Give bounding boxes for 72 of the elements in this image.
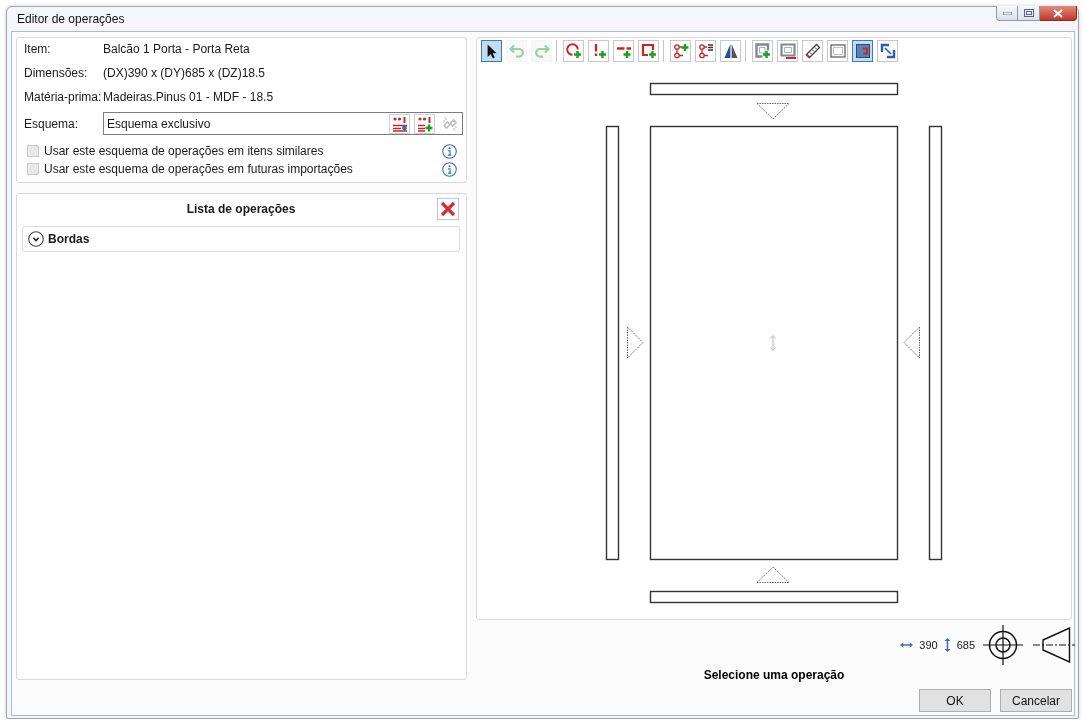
field-value: Balcão 1 Porta - Porta Reta (103, 42, 250, 56)
node-tree-plus-icon (672, 43, 689, 59)
panel-title: Lista de operações (186, 202, 296, 216)
vertical-arrow-icon (770, 335, 776, 351)
pointer-icon (486, 43, 497, 59)
field-value: (DX)390 x (DY)685 x (DZ)18.5 (103, 66, 266, 80)
window-title: Editor de operações (17, 12, 126, 26)
x-mark-icon (440, 201, 456, 217)
field-label: Matéria-prima: (24, 90, 103, 104)
crosshair-circle-icon (983, 625, 1023, 665)
cancel-button[interactable]: Cancelar (1000, 689, 1072, 712)
add-horizontal-line-button[interactable] (613, 40, 634, 62)
restore-icon (1023, 9, 1034, 17)
minimize-icon (1002, 11, 1012, 15)
right-triangle-marker (627, 326, 644, 359)
frame-underline-icon (779, 43, 796, 59)
broken-link-icon (441, 115, 458, 132)
checkbox-label: Usar este esquema de operações em itens similares (44, 144, 325, 158)
field-label: Esquema: (24, 116, 80, 131)
add-rectangle-button[interactable] (638, 40, 659, 62)
dots-lines-icon (391, 115, 408, 132)
width-value: 390 (919, 639, 938, 651)
minimize-button[interactable] (996, 6, 1018, 21)
height-value: 685 (956, 639, 975, 651)
checkbox[interactable] (27, 145, 39, 157)
field-label: Item: (24, 42, 52, 56)
status-message: Selecione uma operação (702, 667, 846, 684)
add-circle-button[interactable] (563, 40, 584, 62)
corner-arrow-button[interactable] (877, 40, 898, 62)
checkbox[interactable] (27, 163, 39, 175)
checkbox-label: Usar este esquema de operações em futuras importações (44, 162, 354, 176)
add-node-button[interactable] (670, 40, 691, 62)
ok-button[interactable]: OK (919, 689, 991, 712)
close-button[interactable] (1040, 6, 1077, 21)
restore-button[interactable] (1018, 6, 1040, 21)
undo-arrow-icon (508, 43, 525, 59)
group-label: Bordas (48, 232, 90, 246)
select-tool-button[interactable] (481, 40, 502, 62)
field-value: Madeiras.Pinus 01 - MDF - 18.5 (103, 90, 274, 104)
mirror-button[interactable] (720, 40, 741, 62)
horizontal-arrow-icon (900, 641, 914, 649)
trapezoid-icon (1033, 627, 1075, 663)
close-icon (1053, 8, 1063, 18)
remove-frame-button[interactable] (777, 40, 798, 62)
up-triangle-marker (756, 566, 790, 583)
measure-button[interactable] (802, 40, 823, 62)
info-icon[interactable] (442, 143, 457, 159)
scheme-list-button[interactable] (389, 113, 410, 134)
vertical-arrow-icon (943, 637, 951, 653)
ruler-icon (804, 43, 821, 59)
delete-button[interactable] (437, 198, 459, 220)
scheme-field[interactable]: Esquema exclusivo (103, 112, 463, 135)
redo-arrow-icon (533, 43, 550, 59)
mirror-triangles-icon (722, 43, 739, 59)
scheme-add-button[interactable] (414, 113, 435, 134)
field-label: Dimensões: (24, 66, 89, 80)
filled-square-tab-icon (854, 43, 871, 59)
add-vertical-line-button[interactable] (588, 40, 609, 62)
corner-brackets-icon (879, 43, 896, 59)
square-plus-icon (640, 43, 657, 59)
left-triangle-marker (903, 326, 920, 359)
info-icon[interactable] (442, 161, 457, 177)
node-tree-list-icon (697, 43, 714, 59)
dots-lines-plus-icon (416, 115, 433, 132)
expander-header[interactable]: Bordas (22, 226, 460, 252)
circle-plus-icon (565, 43, 582, 59)
node-list-button[interactable] (695, 40, 716, 62)
add-frame-button[interactable] (752, 40, 773, 62)
dotted-frame-icon (829, 43, 846, 59)
fill-frame-button[interactable] (852, 40, 873, 62)
down-triangle-marker (756, 103, 790, 120)
frame-plus-icon (754, 43, 771, 59)
